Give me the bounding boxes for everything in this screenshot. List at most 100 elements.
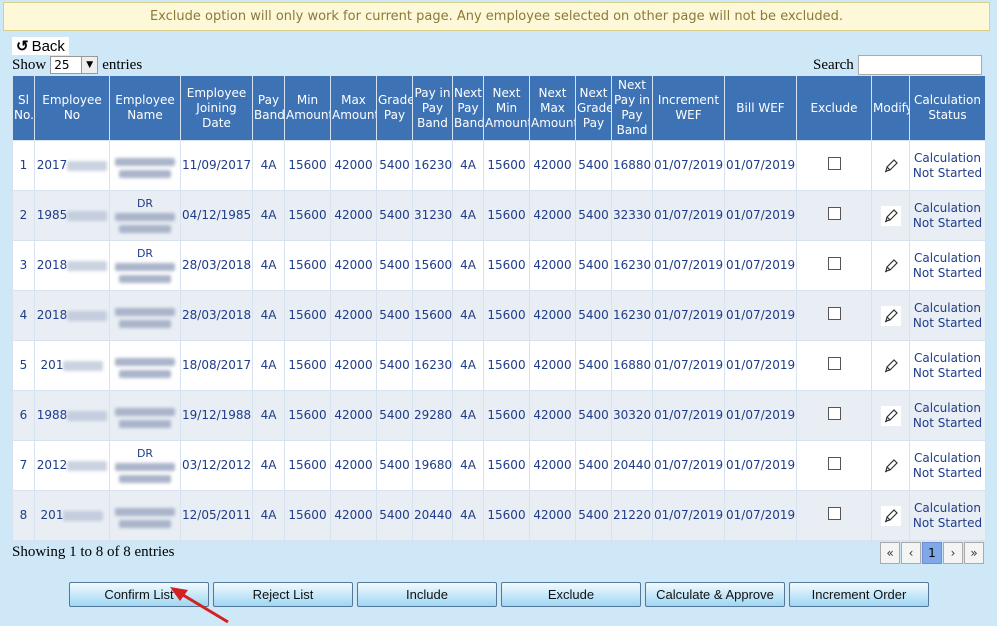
cell-next-grade-pay: 5400 xyxy=(575,340,612,391)
cell-increment-wef: 01/07/2019 xyxy=(652,140,725,191)
cell-grade-pay: 5400 xyxy=(376,440,413,491)
cell-next-pay-in-pay-band: 32330 xyxy=(611,190,653,241)
cell-calculation-status: Calculation Not Started xyxy=(909,440,986,491)
col-header-increment-wef[interactable]: Increment WEF xyxy=(652,75,725,141)
table-row[interactable]: 3 2018 DR 28/03/2018 4A 15600 42000 5400… xyxy=(12,240,986,291)
col-header-employee-name[interactable]: Employee Name xyxy=(109,75,181,141)
cell-next-min-amount: 15600 xyxy=(483,440,530,491)
cell-next-max-amount: 42000 xyxy=(529,240,576,291)
table-row[interactable]: 1 2017 11/09/2017 4A 15600 42000 5400 16… xyxy=(12,140,986,191)
col-header-next-grade-pay[interactable]: Next Grade Pay xyxy=(575,75,612,141)
include-button[interactable]: Include xyxy=(357,582,497,607)
cell-next-grade-pay: 5400 xyxy=(575,440,612,491)
table-row[interactable]: 8 201 12/05/2011 4A 15600 42000 5400 204… xyxy=(12,490,986,541)
cell-employee-name: DR xyxy=(109,240,181,291)
exclude-checkbox[interactable] xyxy=(827,307,841,320)
exclude-checkbox[interactable] xyxy=(827,257,841,270)
back-button[interactable]: ↺ Back xyxy=(12,37,69,55)
col-header-min-amount[interactable]: Min Amount xyxy=(284,75,331,141)
exclude-checkbox[interactable] xyxy=(827,157,841,170)
cell-employee-no: 201 xyxy=(34,340,110,391)
cell-joining-date: 19/12/1988 xyxy=(180,390,253,441)
exclude-checkbox[interactable] xyxy=(827,357,841,370)
pencil-icon[interactable] xyxy=(880,205,901,226)
pencil-icon[interactable] xyxy=(880,505,901,526)
prev-page-button[interactable]: ‹ xyxy=(901,542,921,564)
pencil-icon[interactable] xyxy=(880,355,901,376)
table-row[interactable]: 5 201 18/08/2017 4A 15600 42000 5400 162… xyxy=(12,340,986,391)
col-header-next-min-amount[interactable]: Next Min Amount xyxy=(483,75,530,141)
cell-next-max-amount: 42000 xyxy=(529,190,576,241)
table-info: Showing 1 to 8 of 8 entries xyxy=(12,544,175,560)
cell-next-grade-pay: 5400 xyxy=(575,240,612,291)
table-row[interactable]: 6 1988 19/12/1988 4A 15600 42000 5400 29… xyxy=(12,390,986,441)
cell-next-max-amount: 42000 xyxy=(529,490,576,541)
cell-pay-in-pay-band: 19680 xyxy=(412,440,453,491)
col-header-pay-in-pay-band[interactable]: Pay in Pay Band xyxy=(412,75,453,141)
cell-pay-band: 4A xyxy=(252,240,285,291)
increment-table: Sl No. Employee No Employee Name Employe… xyxy=(12,75,986,541)
cell-grade-pay: 5400 xyxy=(376,140,413,191)
cell-pay-band: 4A xyxy=(252,440,285,491)
cell-pay-band: 4A xyxy=(252,340,285,391)
cell-sl: 4 xyxy=(12,290,35,341)
cell-pay-in-pay-band: 31230 xyxy=(412,190,453,241)
cell-max-amount: 42000 xyxy=(330,490,377,541)
col-header-bill-wef[interactable]: Bill WEF xyxy=(724,75,797,141)
col-header-calculation-status[interactable]: Calculation Status xyxy=(909,75,986,141)
search-input[interactable] xyxy=(857,55,982,75)
cell-modify xyxy=(871,140,910,191)
cell-next-max-amount: 42000 xyxy=(529,340,576,391)
pencil-icon[interactable] xyxy=(880,155,901,176)
pencil-icon[interactable] xyxy=(880,455,901,476)
cell-employee-name: DR xyxy=(109,440,181,491)
col-header-pay-band[interactable]: Pay Band xyxy=(252,75,285,141)
next-page-button[interactable]: › xyxy=(943,542,963,564)
last-page-button[interactable]: » xyxy=(964,542,984,564)
col-header-next-pay-band[interactable]: Next Pay Band xyxy=(452,75,484,141)
cell-next-grade-pay: 5400 xyxy=(575,490,612,541)
col-header-exclude[interactable]: Exclude xyxy=(796,75,872,141)
cell-employee-no: 2012 xyxy=(34,440,110,491)
exclude-checkbox[interactable] xyxy=(827,507,841,520)
cell-employee-no: 1985 xyxy=(34,190,110,241)
col-header-next-pay-in-pay-band[interactable]: Next Pay in Pay Band xyxy=(611,75,653,141)
col-header-employee-no[interactable]: Employee No xyxy=(34,75,110,141)
cell-bill-wef: 01/07/2019 xyxy=(724,340,797,391)
cell-employee-no: 2017 xyxy=(34,140,110,191)
pencil-icon[interactable] xyxy=(880,405,901,426)
increment-order-button[interactable]: Increment Order xyxy=(789,582,929,607)
calculate-approve-button[interactable]: Calculate & Approve xyxy=(645,582,785,607)
exclude-checkbox[interactable] xyxy=(827,407,841,420)
exclude-checkbox[interactable] xyxy=(827,457,841,470)
cell-employee-name xyxy=(109,490,181,541)
col-header-sl[interactable]: Sl No. xyxy=(12,75,35,141)
col-header-max-amount[interactable]: Max Amount xyxy=(330,75,377,141)
cell-pay-in-pay-band: 15600 xyxy=(412,240,453,291)
exclude-checkbox[interactable] xyxy=(827,207,841,220)
table-row[interactable]: 7 2012 DR 03/12/2012 4A 15600 42000 5400… xyxy=(12,440,986,491)
cell-grade-pay: 5400 xyxy=(376,240,413,291)
col-header-grade-pay[interactable]: Grade Pay xyxy=(376,75,413,141)
page-1-button[interactable]: 1 xyxy=(922,542,942,564)
cell-next-pay-in-pay-band: 16230 xyxy=(611,240,653,291)
cell-exclude xyxy=(796,490,872,541)
pencil-icon[interactable] xyxy=(880,255,901,276)
cell-exclude xyxy=(796,240,872,291)
chevron-down-icon: ▼ xyxy=(81,57,98,73)
cell-sl: 8 xyxy=(12,490,35,541)
col-header-next-max-amount[interactable]: Next Max Amount xyxy=(529,75,576,141)
entries-select[interactable]: 25 ▼ xyxy=(50,56,99,74)
exclude-button[interactable]: Exclude xyxy=(501,582,641,607)
first-page-button[interactable]: « xyxy=(880,542,900,564)
table-row[interactable]: 4 2018 28/03/2018 4A 15600 42000 5400 15… xyxy=(12,290,986,341)
cell-next-min-amount: 15600 xyxy=(483,240,530,291)
cell-employee-name: DR xyxy=(109,190,181,241)
cell-employee-name xyxy=(109,290,181,341)
search-control: Search xyxy=(813,55,982,75)
cell-pay-band: 4A xyxy=(252,290,285,341)
table-row[interactable]: 2 1985 DR 04/12/1985 4A 15600 42000 5400… xyxy=(12,190,986,241)
col-header-joining-date[interactable]: Employee Joining Date xyxy=(180,75,253,141)
col-header-modify[interactable]: Modify xyxy=(871,75,910,141)
pencil-icon[interactable] xyxy=(880,305,901,326)
